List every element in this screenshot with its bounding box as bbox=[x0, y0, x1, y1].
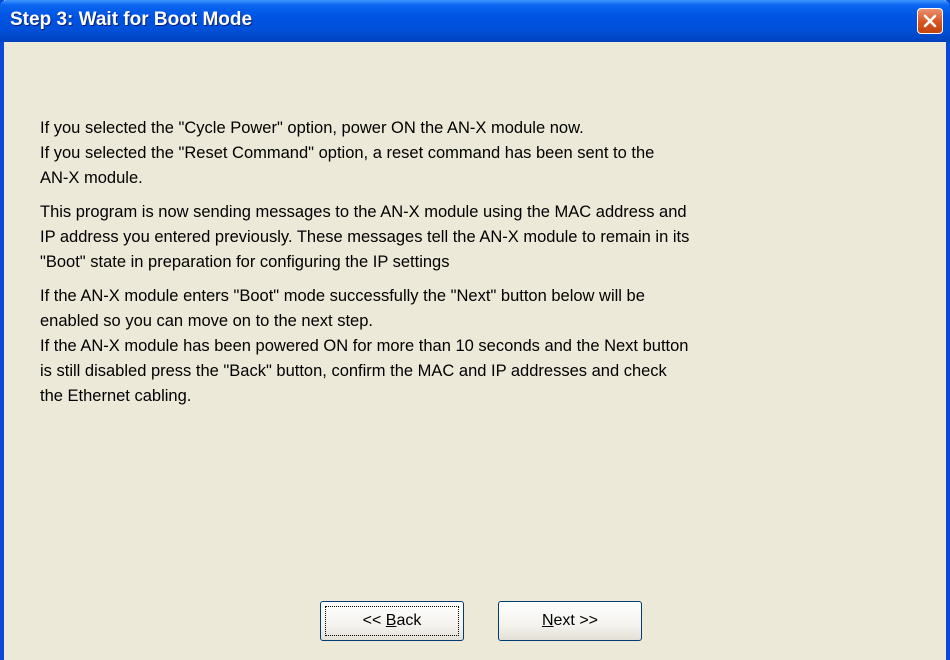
back-button[interactable]: << Back bbox=[320, 601, 464, 641]
back-rest: ack bbox=[396, 612, 422, 629]
text-line: enabled so you can move on to the next s… bbox=[40, 312, 373, 330]
text-line: the Ethernet cabling. bbox=[40, 387, 192, 405]
text-line: AN-X module. bbox=[40, 169, 143, 187]
title-bar[interactable]: Step 3: Wait for Boot Mode bbox=[0, 0, 950, 42]
paragraph-power-status: If you selected the "Cycle Power" option… bbox=[40, 116, 890, 191]
next-rest: ext >> bbox=[553, 612, 599, 629]
paragraph-next-steps: If the AN-X module enters "Boot" mode su… bbox=[40, 284, 890, 409]
back-button-label: << Back bbox=[363, 612, 422, 629]
paragraph-sending-messages: This program is now sending messages to … bbox=[40, 200, 890, 275]
close-button[interactable] bbox=[917, 8, 943, 34]
text-line: is still disabled press the "Back" butto… bbox=[40, 362, 667, 380]
back-prefix: << bbox=[362, 612, 386, 629]
close-icon bbox=[923, 14, 937, 28]
text-line: If the AN-X module enters "Boot" mode su… bbox=[40, 287, 645, 305]
window-title: Step 3: Wait for Boot Mode bbox=[10, 9, 253, 30]
next-accelerator: N bbox=[541, 612, 554, 629]
instructions-text: If you selected the "Cycle Power" option… bbox=[40, 116, 890, 418]
text-line: "Boot" state in preparation for configur… bbox=[40, 253, 450, 271]
wizard-dialog: Step 3: Wait for Boot Mode If you select… bbox=[0, 0, 950, 660]
back-accelerator: B bbox=[385, 612, 397, 629]
text-line: IP address you entered previously. These… bbox=[40, 228, 690, 246]
next-button[interactable]: Next >> bbox=[498, 601, 642, 641]
text-line: If the AN-X module has been powered ON f… bbox=[40, 337, 689, 355]
next-button-label: Next >> bbox=[542, 612, 598, 629]
text-line: If you selected the "Cycle Power" option… bbox=[40, 119, 584, 137]
text-line: If you selected the "Reset Command" opti… bbox=[40, 144, 655, 162]
text-line: This program is now sending messages to … bbox=[40, 203, 687, 221]
